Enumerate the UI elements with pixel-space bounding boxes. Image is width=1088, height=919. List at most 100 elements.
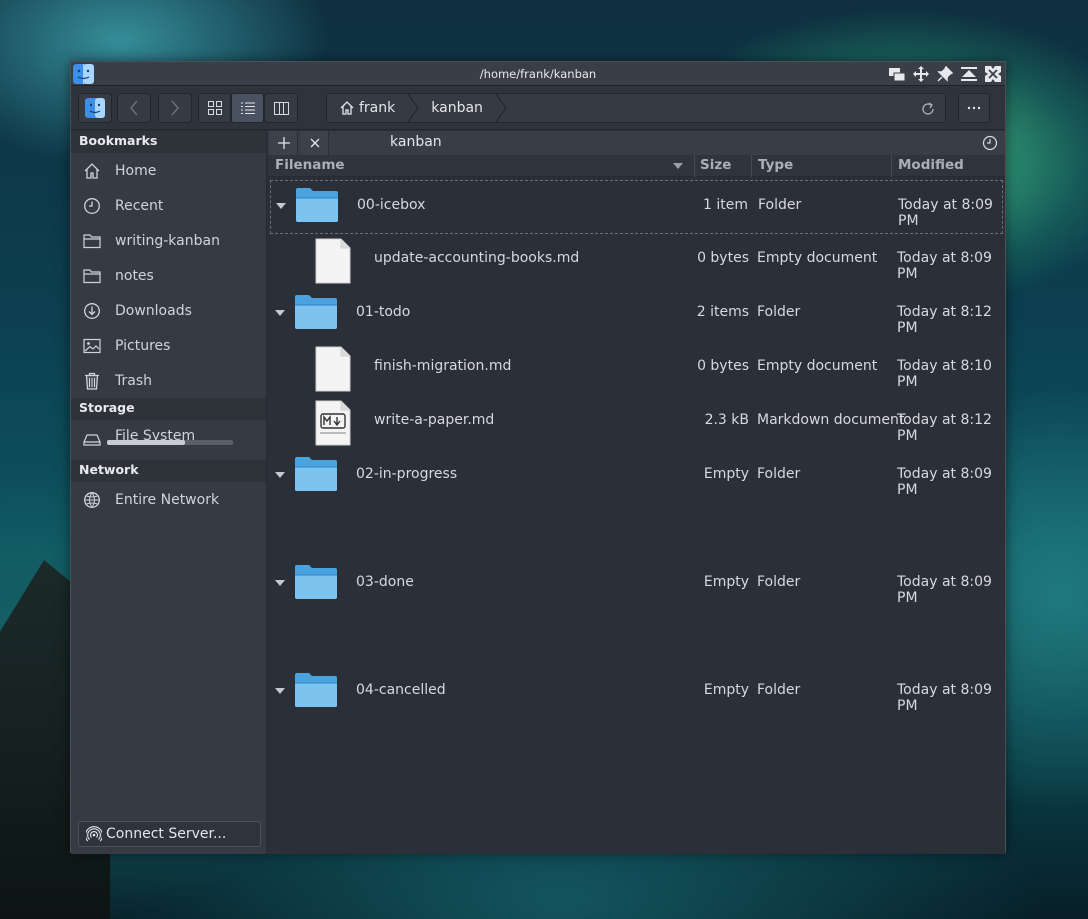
breadcrumb-separator-icon (407, 94, 419, 122)
folder-row[interactable]: 00-icebox 1 item Folder Today at 8:09 PM (270, 180, 1003, 234)
file-row[interactable]: write-a-paper.md 2.3 kB Markdown document T… (270, 396, 1003, 450)
breadcrumb-item-home[interactable]: frank (327, 94, 407, 122)
folder-icon (295, 295, 337, 329)
expander-triangle-icon[interactable] (275, 688, 285, 694)
columns-icon (273, 101, 289, 115)
breadcrumb-item-kanban[interactable]: kanban (419, 94, 495, 122)
file-type: Folder (757, 466, 801, 482)
folder-row[interactable]: 02-in-progress Empty Folder Today at 8:09 P… (270, 450, 1003, 504)
file-size: Empty (703, 574, 749, 590)
sidebar-item-entire-network[interactable]: Entire Network (71, 482, 266, 517)
column-filename[interactable]: Filename (275, 157, 345, 173)
column-separator[interactable] (891, 155, 892, 177)
file-type: Folder (758, 197, 802, 213)
file-modified: Today at 8:09 PM (897, 466, 992, 498)
file-size: 2 items (696, 304, 749, 320)
expander-triangle-icon[interactable] (275, 472, 285, 478)
file-name: update-accounting-books.md (374, 250, 580, 266)
icon-view-button[interactable] (198, 93, 231, 123)
file-size: Empty (703, 682, 749, 698)
title-bar[interactable]: /home/frank/kanban (71, 62, 1005, 86)
file-system-usage-fill (107, 440, 186, 445)
column-modified[interactable]: Modified (898, 157, 964, 173)
file-modified: Today at 8:09 PM (897, 682, 992, 714)
column-separator[interactable] (751, 155, 752, 177)
file-name: 04-cancelled (356, 682, 446, 698)
new-tab-button[interactable] (270, 131, 298, 155)
pin-icon[interactable] (935, 65, 955, 83)
file-size: 0 bytes (697, 250, 749, 266)
sidebar-header-network: Network (71, 460, 266, 482)
file-type: Folder (757, 304, 801, 320)
main-pane: kanban Filename Size Type Modified 00-ic… (268, 131, 1005, 854)
folder-row[interactable]: 04-cancelled Empty Folder Today at 8:09 PM (270, 666, 1003, 720)
chevron-left-icon (130, 100, 138, 116)
tab-bar: kanban (268, 131, 1005, 155)
file-row[interactable]: finish-migration.md 0 bytes Empty document… (270, 342, 1003, 396)
connect-server-button[interactable]: Connect Server... (78, 821, 261, 847)
maximize-icon[interactable] (959, 65, 979, 83)
download-icon (84, 302, 100, 319)
file-modified: Today at 8:12 PM (897, 412, 992, 444)
move-icon[interactable] (911, 65, 931, 83)
file-name: 03-done (356, 574, 414, 590)
trash-icon (85, 372, 99, 390)
more-options-button[interactable] (958, 93, 990, 123)
reload-button[interactable] (917, 98, 939, 120)
markdown-file-icon (315, 400, 351, 446)
file-type: Folder (757, 574, 801, 590)
folder-icon (295, 673, 337, 707)
close-window-icon[interactable] (983, 65, 1003, 83)
file-name: 00-icebox (357, 197, 426, 213)
file-size: 0 bytes (697, 358, 749, 374)
file-modified: Today at 8:12 PM (897, 304, 992, 336)
folder-row[interactable]: 03-done Empty Folder Today at 8:09 PM (270, 558, 1003, 612)
close-tab-button[interactable] (301, 131, 329, 155)
sort-descending-icon[interactable] (673, 163, 683, 169)
sidebar-item-trash[interactable]: Trash (71, 363, 266, 398)
ellipsis-icon (967, 106, 981, 110)
expander-triangle-icon[interactable] (275, 310, 285, 316)
column-size[interactable]: Size (700, 157, 731, 173)
reload-icon (922, 102, 934, 115)
list-view-button[interactable] (231, 93, 264, 123)
clock-icon (84, 197, 100, 214)
back-button[interactable] (117, 93, 151, 123)
file-name: finish-migration.md (374, 358, 512, 374)
history-icon (982, 135, 998, 151)
close-icon (310, 138, 319, 148)
file-row[interactable]: update-accounting-books.md 0 bytes Empty d… (270, 234, 1003, 288)
plus-icon (277, 137, 290, 149)
minimize-icon[interactable] (887, 65, 907, 83)
column-view-button[interactable] (264, 93, 298, 123)
sidebar-item-home[interactable]: Home (71, 153, 266, 188)
file-modified: Today at 8:09 PM (898, 197, 993, 229)
breadcrumb-separator-icon (495, 94, 507, 122)
expander-triangle-icon[interactable] (275, 580, 285, 586)
list-icon (240, 102, 255, 114)
app-menu-button[interactable] (78, 93, 112, 123)
sidebar-item-recent[interactable]: Recent (71, 188, 266, 223)
folder-row[interactable]: 01-todo 2 items Folder Today at 8:12 PM (270, 288, 1003, 342)
grid-icon (207, 101, 222, 115)
history-button[interactable] (979, 133, 1001, 153)
expander-triangle-icon[interactable] (276, 203, 286, 209)
window-controls (887, 65, 1003, 83)
folder-icon (295, 565, 337, 599)
sidebar-item-notes[interactable]: notes (71, 258, 266, 293)
column-type[interactable]: Type (758, 157, 793, 173)
finder-icon (85, 98, 105, 118)
forward-button[interactable] (158, 93, 192, 123)
picture-icon (83, 338, 101, 353)
sidebar-item-pictures[interactable]: Pictures (71, 328, 266, 363)
sidebar-item-writing-kanban[interactable]: writing-kanban (71, 223, 266, 258)
sidebar-item-downloads[interactable]: Downloads (71, 293, 266, 328)
file-type: Empty document (757, 250, 878, 266)
home-icon (340, 101, 354, 115)
folder-icon (296, 188, 338, 222)
file-name: write-a-paper.md (374, 412, 495, 428)
finder-app-icon (73, 64, 94, 84)
document-icon (315, 238, 351, 284)
column-separator[interactable] (694, 155, 695, 177)
tab-kanban[interactable]: kanban (390, 134, 442, 150)
